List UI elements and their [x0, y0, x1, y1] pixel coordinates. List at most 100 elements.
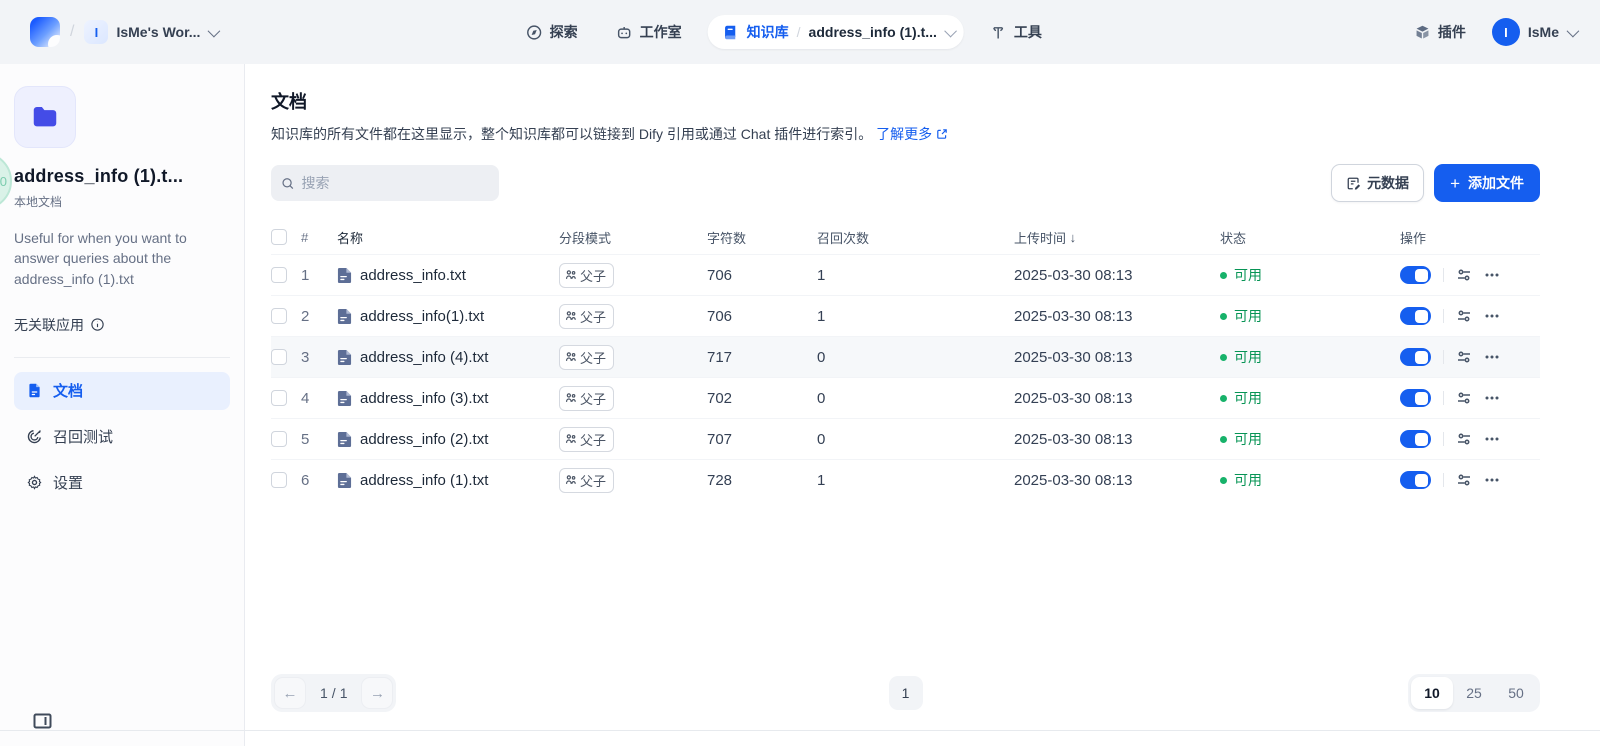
nav-studio[interactable]: 工作室 — [604, 14, 694, 50]
status-dot — [1220, 354, 1227, 361]
sidebar-item-settings[interactable]: 设置 — [14, 464, 230, 502]
book-icon — [722, 24, 739, 41]
select-all-checkbox[interactable] — [271, 229, 287, 245]
robot-icon — [616, 24, 633, 41]
document-name[interactable]: address_info.txt — [360, 267, 466, 284]
status-badge: 可用 — [1220, 265, 1400, 285]
char-count: 707 — [707, 431, 817, 448]
table-row[interactable]: 1 address_info.txt 父子 706 1 2025-03-30 0… — [271, 254, 1540, 295]
metadata-button[interactable]: 元数据 — [1331, 164, 1424, 202]
toolbar: 元数据 + 添加文件 — [271, 164, 1540, 202]
chevron-down-icon — [208, 24, 221, 37]
document-name[interactable]: address_info (4).txt — [360, 349, 488, 366]
pager: ← 1/1 → — [271, 674, 396, 712]
window-bottom-divider — [0, 730, 1600, 731]
table-row[interactable]: 6 address_info (1).txt 父子 728 1 2025-03-… — [271, 459, 1540, 500]
file-icon — [337, 390, 352, 407]
document-name[interactable]: address_info (2).txt — [360, 431, 488, 448]
document-name[interactable]: address_info(1).txt — [360, 308, 484, 325]
enable-toggle[interactable] — [1400, 430, 1431, 448]
search-input[interactable] — [302, 175, 489, 191]
dataset-description: Useful for when you want to answer queri… — [14, 228, 230, 289]
nav-tools[interactable]: 工具 — [978, 14, 1054, 50]
upload-time: 2025-03-30 08:13 — [1014, 267, 1220, 284]
more-actions-icon[interactable] — [1484, 390, 1500, 406]
more-actions-icon[interactable] — [1484, 267, 1500, 283]
row-checkbox[interactable] — [271, 390, 287, 406]
sort-desc-icon: ↓ — [1070, 230, 1077, 245]
row-index: 1 — [301, 267, 337, 284]
header-recalls: 召回次数 — [817, 228, 1014, 247]
breadcrumb-separator: / — [70, 23, 74, 41]
more-actions-icon[interactable] — [1484, 349, 1500, 365]
search-box[interactable] — [271, 165, 499, 201]
file-icon — [337, 472, 352, 489]
char-count: 728 — [707, 472, 817, 489]
header-uploaded-sortable[interactable]: 上传时间 ↓ — [1014, 228, 1220, 247]
learn-more-link[interactable]: 了解更多 — [876, 126, 948, 142]
table-row[interactable]: 3 address_info (4).txt 父子 717 0 2025-03-… — [271, 336, 1540, 377]
upload-time: 2025-03-30 08:13 — [1014, 472, 1220, 489]
page-title: 文档 — [271, 88, 1540, 114]
info-icon[interactable] — [90, 317, 105, 332]
actions-divider — [1443, 309, 1444, 323]
sidebar-item-documents[interactable]: 文档 — [14, 372, 230, 410]
enable-toggle[interactable] — [1400, 471, 1431, 489]
workspace-selector[interactable]: I IsMe's Wor... — [84, 20, 217, 44]
sidebar-item-retrieval-test[interactable]: 召回测试 — [14, 418, 230, 456]
user-menu[interactable]: I IsMe — [1492, 18, 1576, 46]
chevron-down-icon — [944, 24, 957, 37]
page-size-25[interactable]: 25 — [1453, 677, 1495, 709]
page-number-button[interactable]: 1 — [889, 676, 923, 710]
parent-child-icon — [565, 269, 577, 281]
enable-toggle[interactable] — [1400, 348, 1431, 366]
row-checkbox[interactable] — [271, 472, 287, 488]
table-row[interactable]: 4 address_info (3).txt 父子 702 0 2025-03-… — [271, 377, 1540, 418]
page-size-50[interactable]: 50 — [1495, 677, 1537, 709]
table-row[interactable]: 5 address_info (2).txt 父子 707 0 2025-03-… — [271, 418, 1540, 459]
row-checkbox[interactable] — [271, 267, 287, 283]
table-header: # 名称 分段模式 字符数 召回次数 上传时间 ↓ 状态 操作 — [271, 220, 1540, 254]
settings-sliders-icon[interactable] — [1456, 308, 1472, 324]
add-file-button[interactable]: + 添加文件 — [1434, 164, 1540, 202]
row-index: 3 — [301, 349, 337, 366]
page-size-10[interactable]: 10 — [1411, 677, 1453, 709]
row-checkbox[interactable] — [271, 349, 287, 365]
next-page-button[interactable]: → — [361, 677, 393, 709]
char-count: 717 — [707, 349, 817, 366]
nav-knowledge-active[interactable]: 知识库 / address_info (1).t... — [708, 15, 964, 49]
status-dot — [1220, 313, 1227, 320]
settings-sliders-icon[interactable] — [1456, 349, 1472, 365]
settings-sliders-icon[interactable] — [1456, 431, 1472, 447]
actions-divider — [1443, 473, 1444, 487]
gear-icon — [26, 474, 43, 491]
settings-sliders-icon[interactable] — [1456, 472, 1472, 488]
more-actions-icon[interactable] — [1484, 431, 1500, 447]
enable-toggle[interactable] — [1400, 389, 1431, 407]
enable-toggle[interactable] — [1400, 266, 1431, 284]
workspace-name: IsMe's Wor... — [116, 24, 200, 40]
document-name[interactable]: address_info (3).txt — [360, 390, 488, 407]
table-row[interactable]: 2 address_info(1).txt 父子 706 1 2025-03-3… — [271, 295, 1540, 336]
chunk-mode-badge: 父子 — [559, 427, 614, 452]
prev-page-button[interactable]: ← — [274, 677, 306, 709]
more-actions-icon[interactable] — [1484, 308, 1500, 324]
char-count: 706 — [707, 267, 817, 284]
enable-toggle[interactable] — [1400, 307, 1431, 325]
row-checkbox[interactable] — [271, 308, 287, 324]
pagination-bar: ← 1/1 → 1 10 25 50 — [271, 674, 1540, 712]
plugins-button[interactable]: 插件 — [1410, 14, 1470, 50]
settings-sliders-icon[interactable] — [1456, 267, 1472, 283]
page-indicator: 1/1 — [308, 685, 359, 701]
chunk-mode-badge: 父子 — [559, 468, 614, 493]
row-checkbox[interactable] — [271, 431, 287, 447]
nav-explore[interactable]: 探索 — [514, 14, 590, 50]
dify-logo[interactable] — [30, 17, 60, 47]
current-dataset-name: address_info (1).t... — [809, 24, 937, 40]
plugin-box-icon — [1414, 24, 1431, 41]
metadata-edit-icon — [1346, 176, 1361, 191]
more-actions-icon[interactable] — [1484, 472, 1500, 488]
document-name[interactable]: address_info (1).txt — [360, 472, 488, 489]
settings-sliders-icon[interactable] — [1456, 390, 1472, 406]
chevron-down-icon — [1567, 24, 1580, 37]
